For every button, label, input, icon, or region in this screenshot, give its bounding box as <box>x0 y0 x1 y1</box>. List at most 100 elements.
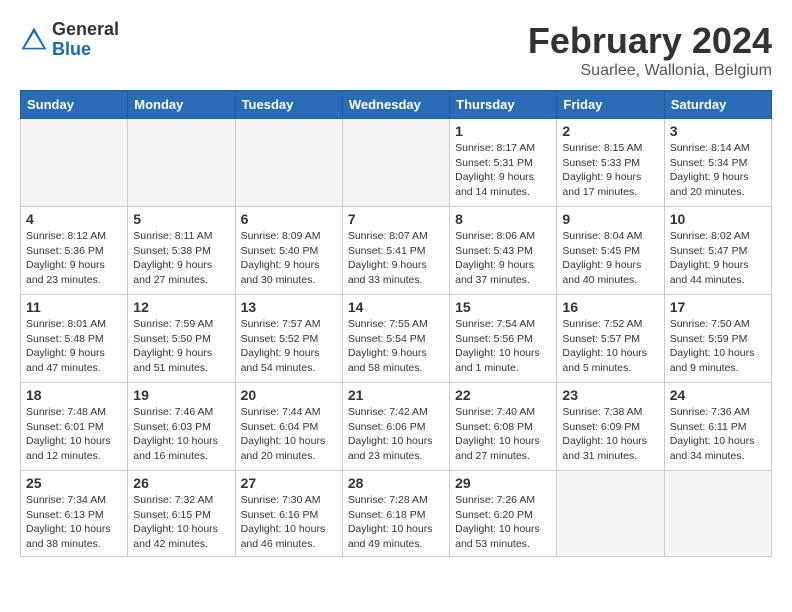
logo-general: General <box>52 20 119 40</box>
day-number: 29 <box>455 475 551 491</box>
day-number: 22 <box>455 387 551 403</box>
day-info: Sunrise: 8:11 AM Sunset: 5:38 PM Dayligh… <box>133 229 229 288</box>
day-number: 11 <box>26 299 122 315</box>
calendar-cell: 25 Sunrise: 7:34 AM Sunset: 6:13 PM Dayli… <box>21 471 128 557</box>
day-info: Sunrise: 7:34 AM Sunset: 6:13 PM Dayligh… <box>26 493 122 552</box>
day-info: Sunrise: 7:52 AM Sunset: 5:57 PM Dayligh… <box>562 317 658 376</box>
day-info: Sunrise: 7:42 AM Sunset: 6:06 PM Dayligh… <box>348 405 444 464</box>
calendar-cell: 7 Sunrise: 8:07 AM Sunset: 5:41 PM Daylig… <box>342 207 449 295</box>
title-block: February 2024 Suarlee, Wallonia, Belgium <box>528 20 772 80</box>
day-number: 18 <box>26 387 122 403</box>
week-row-5: 25 Sunrise: 7:34 AM Sunset: 6:13 PM Dayli… <box>21 471 772 557</box>
calendar-cell: 13Sunrise: 7:57 AM Sunset: 5:52 PM Dayli… <box>235 295 342 383</box>
day-info: Sunrise: 7:55 AM Sunset: 5:54 PM Dayligh… <box>348 317 444 376</box>
calendar-cell: 18 Sunrise: 7:48 AM Sunset: 6:01 PM Dayli… <box>21 383 128 471</box>
calendar-cell: 8 Sunrise: 8:06 AM Sunset: 5:43 PM Daylig… <box>450 207 557 295</box>
day-number: 7 <box>348 211 444 227</box>
day-info: Sunrise: 7:38 AM Sunset: 6:09 PM Dayligh… <box>562 405 658 464</box>
day-info: Sunrise: 7:44 AM Sunset: 6:04 PM Dayligh… <box>241 405 337 464</box>
logo-icon <box>20 26 48 54</box>
day-info: Sunrise: 7:48 AM Sunset: 6:01 PM Dayligh… <box>26 405 122 464</box>
logo: General Blue <box>20 20 119 60</box>
day-number: 8 <box>455 211 551 227</box>
calendar-cell: 12 Sunrise: 7:59 AM Sunset: 5:50 PM Dayli… <box>128 295 235 383</box>
calendar-cell: 15Sunrise: 7:54 AM Sunset: 5:56 PM Dayli… <box>450 295 557 383</box>
page-header: General Blue February 2024 Suarlee, Wall… <box>20 20 772 80</box>
day-info: Sunrise: 7:36 AM Sunset: 6:11 PM Dayligh… <box>670 405 766 464</box>
calendar-cell: 23Sunrise: 7:38 AM Sunset: 6:09 PM Dayli… <box>557 383 664 471</box>
header-day-tuesday: Tuesday <box>235 91 342 119</box>
day-number: 14 <box>348 299 444 315</box>
calendar-cell <box>664 471 771 557</box>
day-info: Sunrise: 8:06 AM Sunset: 5:43 PM Dayligh… <box>455 229 551 288</box>
header-day-wednesday: Wednesday <box>342 91 449 119</box>
day-number: 21 <box>348 387 444 403</box>
day-number: 6 <box>241 211 337 227</box>
calendar-cell <box>235 119 342 207</box>
calendar-cell: 2Sunrise: 8:15 AM Sunset: 5:33 PM Daylig… <box>557 119 664 207</box>
day-info: Sunrise: 7:59 AM Sunset: 5:50 PM Dayligh… <box>133 317 229 376</box>
calendar-cell: 11 Sunrise: 8:01 AM Sunset: 5:48 PM Dayli… <box>21 295 128 383</box>
day-info: Sunrise: 7:50 AM Sunset: 5:59 PM Dayligh… <box>670 317 766 376</box>
day-info: Sunrise: 8:09 AM Sunset: 5:40 PM Dayligh… <box>241 229 337 288</box>
calendar-cell: 14 Sunrise: 7:55 AM Sunset: 5:54 PM Dayli… <box>342 295 449 383</box>
day-info: Sunrise: 8:17 AM Sunset: 5:31 PM Dayligh… <box>455 141 551 200</box>
calendar-table: SundayMondayTuesdayWednesdayThursdayFrid… <box>20 90 772 557</box>
calendar-cell: 4Sunrise: 8:12 AM Sunset: 5:36 PM Daylig… <box>21 207 128 295</box>
header-day-sunday: Sunday <box>21 91 128 119</box>
calendar-cell <box>342 119 449 207</box>
day-info: Sunrise: 7:40 AM Sunset: 6:08 PM Dayligh… <box>455 405 551 464</box>
day-number: 25 <box>26 475 122 491</box>
calendar-cell: 24 Sunrise: 7:36 AM Sunset: 6:11 PM Dayli… <box>664 383 771 471</box>
calendar-cell: 3 Sunrise: 8:14 AM Sunset: 5:34 PM Daylig… <box>664 119 771 207</box>
day-info: Sunrise: 8:04 AM Sunset: 5:45 PM Dayligh… <box>562 229 658 288</box>
day-number: 4 <box>26 211 122 227</box>
day-number: 1 <box>455 123 551 139</box>
week-row-1: 1 Sunrise: 8:17 AM Sunset: 5:31 PM Daylig… <box>21 119 772 207</box>
day-number: 19 <box>133 387 229 403</box>
day-info: Sunrise: 8:14 AM Sunset: 5:34 PM Dayligh… <box>670 141 766 200</box>
day-number: 12 <box>133 299 229 315</box>
calendar-cell: 10Sunrise: 8:02 AM Sunset: 5:47 PM Dayli… <box>664 207 771 295</box>
calendar-cell: 19 Sunrise: 7:46 AM Sunset: 6:03 PM Dayli… <box>128 383 235 471</box>
day-number: 3 <box>670 123 766 139</box>
day-number: 24 <box>670 387 766 403</box>
calendar-cell <box>557 471 664 557</box>
calendar-cell: 26Sunrise: 7:32 AM Sunset: 6:15 PM Dayli… <box>128 471 235 557</box>
day-info: Sunrise: 7:26 AM Sunset: 6:20 PM Dayligh… <box>455 493 551 552</box>
header-day-thursday: Thursday <box>450 91 557 119</box>
calendar-cell: 1 Sunrise: 8:17 AM Sunset: 5:31 PM Daylig… <box>450 119 557 207</box>
day-info: Sunrise: 8:15 AM Sunset: 5:33 PM Dayligh… <box>562 141 658 200</box>
calendar-cell: 5 Sunrise: 8:11 AM Sunset: 5:38 PM Daylig… <box>128 207 235 295</box>
logo-text: General Blue <box>52 20 119 60</box>
day-number: 16 <box>562 299 658 315</box>
week-row-4: 18 Sunrise: 7:48 AM Sunset: 6:01 PM Dayli… <box>21 383 772 471</box>
day-info: Sunrise: 8:02 AM Sunset: 5:47 PM Dayligh… <box>670 229 766 288</box>
location-subtitle: Suarlee, Wallonia, Belgium <box>528 62 772 80</box>
calendar-header: SundayMondayTuesdayWednesdayThursdayFrid… <box>21 91 772 119</box>
calendar-cell: 6 Sunrise: 8:09 AM Sunset: 5:40 PM Daylig… <box>235 207 342 295</box>
day-info: Sunrise: 7:46 AM Sunset: 6:03 PM Dayligh… <box>133 405 229 464</box>
day-info: Sunrise: 7:57 AM Sunset: 5:52 PM Dayligh… <box>241 317 337 376</box>
calendar-cell <box>21 119 128 207</box>
day-info: Sunrise: 7:54 AM Sunset: 5:56 PM Dayligh… <box>455 317 551 376</box>
day-info: Sunrise: 8:07 AM Sunset: 5:41 PM Dayligh… <box>348 229 444 288</box>
day-number: 20 <box>241 387 337 403</box>
day-number: 27 <box>241 475 337 491</box>
header-day-saturday: Saturday <box>664 91 771 119</box>
calendar-cell: 17Sunrise: 7:50 AM Sunset: 5:59 PM Dayli… <box>664 295 771 383</box>
week-row-3: 11 Sunrise: 8:01 AM Sunset: 5:48 PM Dayli… <box>21 295 772 383</box>
calendar-body: 1 Sunrise: 8:17 AM Sunset: 5:31 PM Daylig… <box>21 119 772 557</box>
day-info: Sunrise: 7:28 AM Sunset: 6:18 PM Dayligh… <box>348 493 444 552</box>
calendar-cell: 29 Sunrise: 7:26 AM Sunset: 6:20 PM Dayli… <box>450 471 557 557</box>
day-number: 26 <box>133 475 229 491</box>
header-day-monday: Monday <box>128 91 235 119</box>
calendar-cell: 21 Sunrise: 7:42 AM Sunset: 6:06 PM Dayli… <box>342 383 449 471</box>
logo-blue: Blue <box>52 40 119 60</box>
header-day-friday: Friday <box>557 91 664 119</box>
calendar-cell <box>128 119 235 207</box>
day-info: Sunrise: 8:01 AM Sunset: 5:48 PM Dayligh… <box>26 317 122 376</box>
header-row: SundayMondayTuesdayWednesdayThursdayFrid… <box>21 91 772 119</box>
calendar-cell: 27Sunrise: 7:30 AM Sunset: 6:16 PM Dayli… <box>235 471 342 557</box>
day-number: 5 <box>133 211 229 227</box>
